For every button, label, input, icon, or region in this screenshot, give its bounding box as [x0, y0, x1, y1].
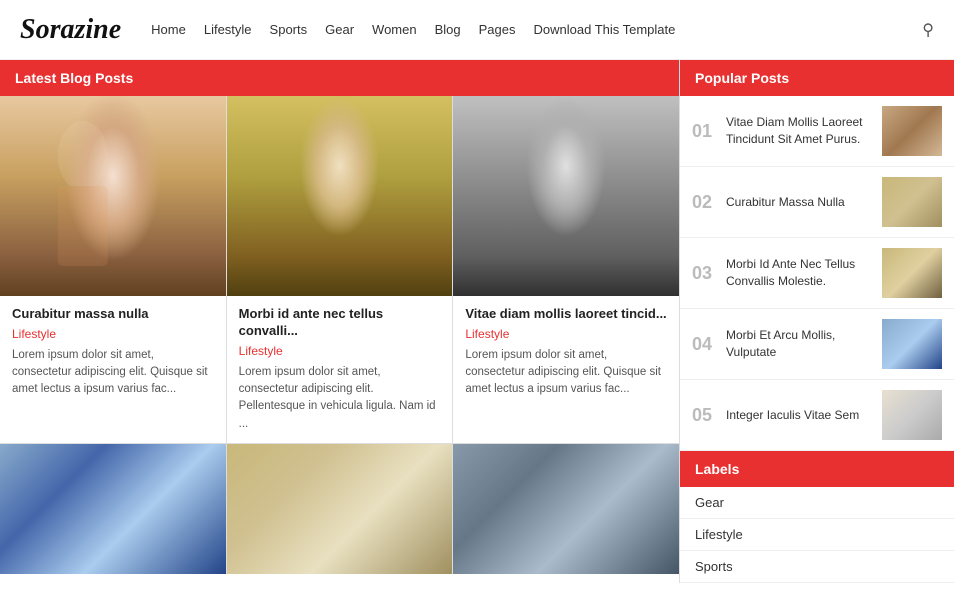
blog-card-3-title[interactable]: Vitae diam mollis laoreet tincid... — [465, 306, 667, 323]
logo[interactable]: Sorazine — [20, 14, 121, 46]
labels-header: Labels — [680, 451, 954, 487]
popular-post-5-thumb — [882, 390, 942, 440]
search-icon[interactable]: ⚲ — [922, 20, 934, 40]
blog-card-1: Curabitur massa nulla Lifestyle Lorem ip… — [0, 96, 227, 443]
blog-card-1-category[interactable]: Lifestyle — [12, 327, 214, 341]
nav-sports[interactable]: Sports — [270, 22, 308, 37]
popular-post-1-thumb — [882, 106, 942, 156]
header: Sorazine Home Lifestyle Sports Gear Wome… — [0, 0, 954, 60]
popular-post-5-num: 05 — [692, 405, 716, 426]
main-nav: Home Lifestyle Sports Gear Women Blog Pa… — [151, 22, 922, 37]
popular-post-1-num: 01 — [692, 121, 716, 142]
popular-post-3-thumb — [882, 248, 942, 298]
labels-section: Labels Gear Lifestyle Sports — [680, 451, 954, 583]
blog-image-6[interactable] — [453, 444, 679, 574]
blog-card-2-category[interactable]: Lifestyle — [239, 344, 441, 358]
blog-card-2-excerpt: Lorem ipsum dolor sit amet, consectetur … — [239, 364, 441, 433]
nav-pages[interactable]: Pages — [479, 22, 516, 37]
popular-post-5[interactable]: 05 Integer Iaculis Vitae Sem — [680, 380, 954, 451]
popular-post-4-thumb — [882, 319, 942, 369]
blog-card-3-image — [453, 96, 679, 296]
blog-card-2: Morbi id ante nec tellus convalli... Lif… — [227, 96, 454, 443]
blog-card-2-body: Morbi id ante nec tellus convalli... Lif… — [227, 296, 453, 443]
blog-image-5[interactable] — [227, 444, 454, 574]
latest-blog-header: Latest Blog Posts — [0, 60, 679, 96]
blog-card-3: Vitae diam mollis laoreet tincid... Life… — [453, 96, 679, 443]
popular-post-4[interactable]: 04 Morbi Et Arcu Mollis, Vulputate — [680, 309, 954, 380]
nav-home[interactable]: Home — [151, 22, 186, 37]
popular-post-3-num: 03 — [692, 263, 716, 284]
popular-post-4-title: Morbi Et Arcu Mollis, Vulputate — [726, 327, 872, 361]
blog-image-4[interactable] — [0, 444, 227, 574]
popular-post-1[interactable]: 01 Vitae Diam Mollis Laoreet Tincidunt S… — [680, 96, 954, 167]
popular-post-1-title: Vitae Diam Mollis Laoreet Tincidunt Sit … — [726, 114, 872, 148]
blog-card-2-image — [227, 96, 453, 296]
sidebar: Popular Posts 01 Vitae Diam Mollis Laore… — [680, 60, 954, 583]
nav-women[interactable]: Women — [372, 22, 417, 37]
label-gear[interactable]: Gear — [680, 487, 954, 519]
popular-post-4-num: 04 — [692, 334, 716, 355]
content-area: Latest Blog Posts Curabitur massa nulla … — [0, 60, 680, 583]
popular-post-2-title: Curabitur Massa Nulla — [726, 194, 872, 211]
blog-grid: Curabitur massa nulla Lifestyle Lorem ip… — [0, 96, 679, 444]
popular-post-2[interactable]: 02 Curabitur Massa Nulla — [680, 167, 954, 238]
blog-card-3-body: Vitae diam mollis laoreet tincid... Life… — [453, 296, 679, 409]
nav-download[interactable]: Download This Template — [534, 22, 676, 37]
popular-posts-header: Popular Posts — [680, 60, 954, 96]
blog-images-row — [0, 444, 679, 574]
blog-card-1-title[interactable]: Curabitur massa nulla — [12, 306, 214, 323]
popular-post-2-thumb — [882, 177, 942, 227]
popular-post-3-title: Morbi Id Ante Nec Tellus Convallis Moles… — [726, 256, 872, 290]
popular-post-3[interactable]: 03 Morbi Id Ante Nec Tellus Convallis Mo… — [680, 238, 954, 309]
popular-post-5-title: Integer Iaculis Vitae Sem — [726, 407, 872, 424]
blog-card-3-category[interactable]: Lifestyle — [465, 327, 667, 341]
nav-blog[interactable]: Blog — [435, 22, 461, 37]
main-layout: Latest Blog Posts Curabitur massa nulla … — [0, 60, 954, 583]
blog-card-2-title[interactable]: Morbi id ante nec tellus convalli... — [239, 306, 441, 340]
blog-card-1-image — [0, 96, 226, 296]
blog-card-1-body: Curabitur massa nulla Lifestyle Lorem ip… — [0, 296, 226, 409]
blog-card-3-excerpt: Lorem ipsum dolor sit amet, consectetur … — [465, 347, 667, 399]
nav-lifestyle[interactable]: Lifestyle — [204, 22, 252, 37]
label-lifestyle[interactable]: Lifestyle — [680, 519, 954, 551]
popular-post-2-num: 02 — [692, 192, 716, 213]
label-sports[interactable]: Sports — [680, 551, 954, 583]
blog-card-1-excerpt: Lorem ipsum dolor sit amet, consectetur … — [12, 347, 214, 399]
nav-gear[interactable]: Gear — [325, 22, 354, 37]
